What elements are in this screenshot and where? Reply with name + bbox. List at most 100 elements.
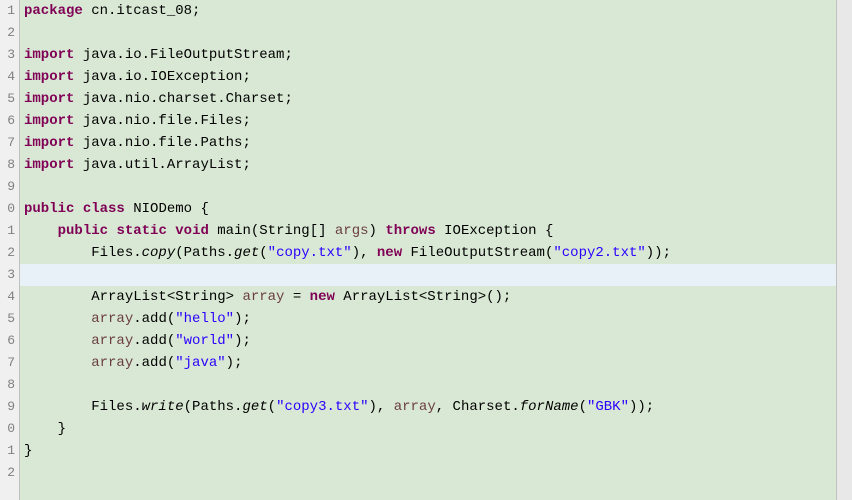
code-line[interactable]: import java.io.FileOutputStream; [20, 44, 851, 66]
token-plain [24, 311, 91, 327]
token-kw: void [175, 223, 209, 239]
token-kw: import [24, 91, 74, 107]
token-plain: ArrayList<String> [24, 289, 242, 305]
code-line[interactable]: } [20, 418, 851, 440]
code-line[interactable] [20, 462, 851, 484]
token-plain [74, 201, 82, 217]
token-kw: import [24, 69, 74, 85]
code-line[interactable] [20, 22, 851, 44]
line-number: 2 [0, 462, 15, 484]
line-number: 5 [0, 308, 15, 330]
token-str: "java" [175, 355, 225, 371]
token-plain: ArrayList<String>(); [335, 289, 511, 305]
token-plain [24, 355, 91, 371]
token-plain: ( [259, 245, 267, 261]
token-plain: .add( [133, 355, 175, 371]
line-number: 2 [0, 22, 15, 44]
line-number: 4 [0, 66, 15, 88]
line-number: 3 [0, 44, 15, 66]
line-number: 7 [0, 352, 15, 374]
token-plain: java.nio.charset.Charset; [74, 91, 292, 107]
line-number: 8 [0, 374, 15, 396]
token-kw: package [24, 3, 83, 19]
token-method: copy [142, 245, 176, 261]
token-str: "copy3.txt" [276, 399, 368, 415]
token-plain: ( [268, 399, 276, 415]
token-plain: .add( [133, 311, 175, 327]
code-line[interactable]: Files.write(Paths.get("copy3.txt"), arra… [20, 396, 851, 418]
code-line[interactable]: import java.nio.charset.Charset; [20, 88, 851, 110]
code-line[interactable] [20, 176, 851, 198]
code-line[interactable]: import java.nio.file.Files; [20, 110, 851, 132]
code-line[interactable]: public class NIODemo { [20, 198, 851, 220]
token-param: array [91, 333, 133, 349]
token-plain: FileOutputStream( [402, 245, 553, 261]
code-area[interactable]: package cn.itcast_08;import java.io.File… [20, 0, 852, 500]
line-number: 8 [0, 154, 15, 176]
token-method: write [142, 399, 184, 415]
token-plain: ); [226, 355, 243, 371]
token-str: "world" [175, 333, 234, 349]
token-kw: throws [385, 223, 435, 239]
code-line[interactable]: Files.copy(Paths.get("copy.txt"), new Fi… [20, 242, 851, 264]
code-line[interactable]: import java.nio.file.Paths; [20, 132, 851, 154]
token-plain [24, 333, 91, 349]
token-str: "hello" [175, 311, 234, 327]
token-plain: cn.itcast_08; [83, 3, 201, 19]
token-str: "copy.txt" [268, 245, 352, 261]
line-number: 3 [0, 264, 15, 286]
code-line[interactable]: } [20, 440, 851, 462]
code-line[interactable] [20, 264, 851, 286]
token-plain: java.nio.file.Paths; [74, 135, 250, 151]
token-param: array [91, 355, 133, 371]
line-number: 9 [0, 396, 15, 418]
token-kw: public [24, 201, 74, 217]
code-line[interactable]: import java.io.IOException; [20, 66, 851, 88]
token-plain [24, 223, 58, 239]
code-line[interactable]: array.add("hello"); [20, 308, 851, 330]
token-kw: import [24, 157, 74, 173]
line-number: 6 [0, 110, 15, 132]
token-plain: (Paths. [184, 399, 243, 415]
token-plain: ), [369, 399, 394, 415]
token-param: array [394, 399, 436, 415]
code-line[interactable] [20, 374, 851, 396]
token-plain: , Charset. [436, 399, 520, 415]
token-plain: )); [646, 245, 671, 261]
token-plain: Files. [24, 399, 142, 415]
token-plain: ); [234, 333, 251, 349]
line-number: 6 [0, 330, 15, 352]
code-line[interactable]: array.add("world"); [20, 330, 851, 352]
vertical-scrollbar[interactable] [836, 0, 852, 500]
code-line[interactable]: package cn.itcast_08; [20, 0, 851, 22]
token-plain: java.io.FileOutputStream; [74, 47, 292, 63]
token-method: get [242, 399, 267, 415]
code-line[interactable]: public static void main(String[] args) t… [20, 220, 851, 242]
token-param: array [91, 311, 133, 327]
token-kw: import [24, 135, 74, 151]
token-plain: java.io.IOException; [74, 69, 250, 85]
token-plain: Files. [24, 245, 142, 261]
line-number: 7 [0, 132, 15, 154]
line-number: 0 [0, 418, 15, 440]
token-plain: ( [579, 399, 587, 415]
line-number: 5 [0, 88, 15, 110]
code-line[interactable]: ArrayList<String> array = new ArrayList<… [20, 286, 851, 308]
token-plain: ), [352, 245, 377, 261]
code-editor[interactable]: 1234567890123456789012 package cn.itcast… [0, 0, 852, 500]
code-line[interactable]: array.add("java"); [20, 352, 851, 374]
line-number: 1 [0, 440, 15, 462]
line-number-gutter: 1234567890123456789012 [0, 0, 20, 500]
token-plain [167, 223, 175, 239]
code-line[interactable]: import java.util.ArrayList; [20, 154, 851, 176]
token-param: array [242, 289, 284, 305]
token-plain: main(String[] [209, 223, 335, 239]
line-number: 0 [0, 198, 15, 220]
token-plain: (Paths. [175, 245, 234, 261]
token-plain: NIODemo { [125, 201, 209, 217]
token-method: get [234, 245, 259, 261]
token-kw: public [58, 223, 108, 239]
token-plain: } [24, 443, 32, 459]
token-str: "copy2.txt" [553, 245, 645, 261]
token-kw: static [116, 223, 166, 239]
